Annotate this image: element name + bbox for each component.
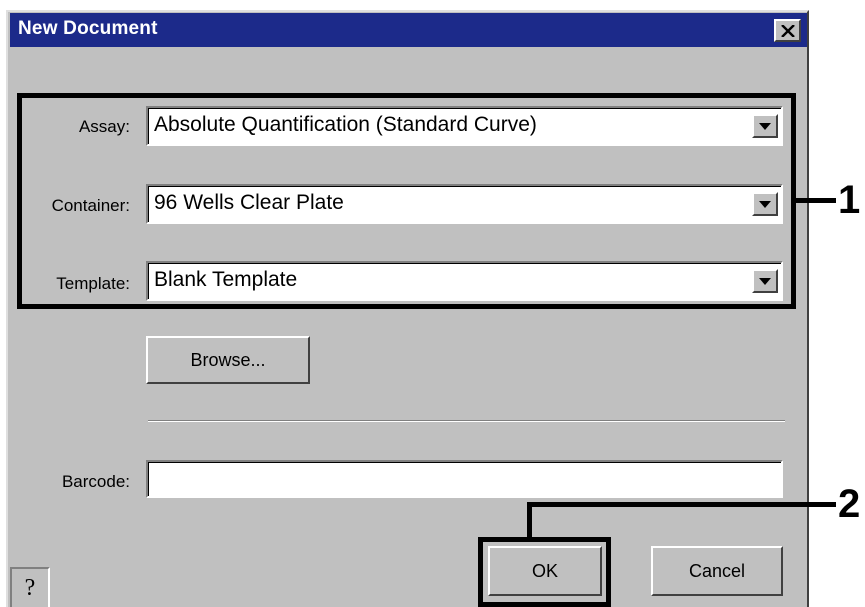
callout-line-1 xyxy=(796,198,836,203)
separator xyxy=(148,420,785,422)
browse-button[interactable]: Browse... xyxy=(146,336,310,384)
close-button[interactable] xyxy=(774,19,801,42)
ok-button[interactable]: OK xyxy=(488,546,602,596)
dialog-title: New Document xyxy=(18,18,158,39)
callout-number-1: 1 xyxy=(838,178,861,222)
barcode-field[interactable] xyxy=(146,460,783,498)
cancel-button[interactable]: Cancel xyxy=(651,546,783,596)
close-icon xyxy=(780,24,795,37)
callout-number-2: 2 xyxy=(838,482,861,526)
callout-line-2-vertical xyxy=(527,502,532,539)
help-button[interactable]: ? xyxy=(10,567,50,607)
barcode-label: Barcode: xyxy=(61,472,130,491)
callout-box-1 xyxy=(17,93,796,309)
callout-line-2-horizontal xyxy=(527,502,836,507)
